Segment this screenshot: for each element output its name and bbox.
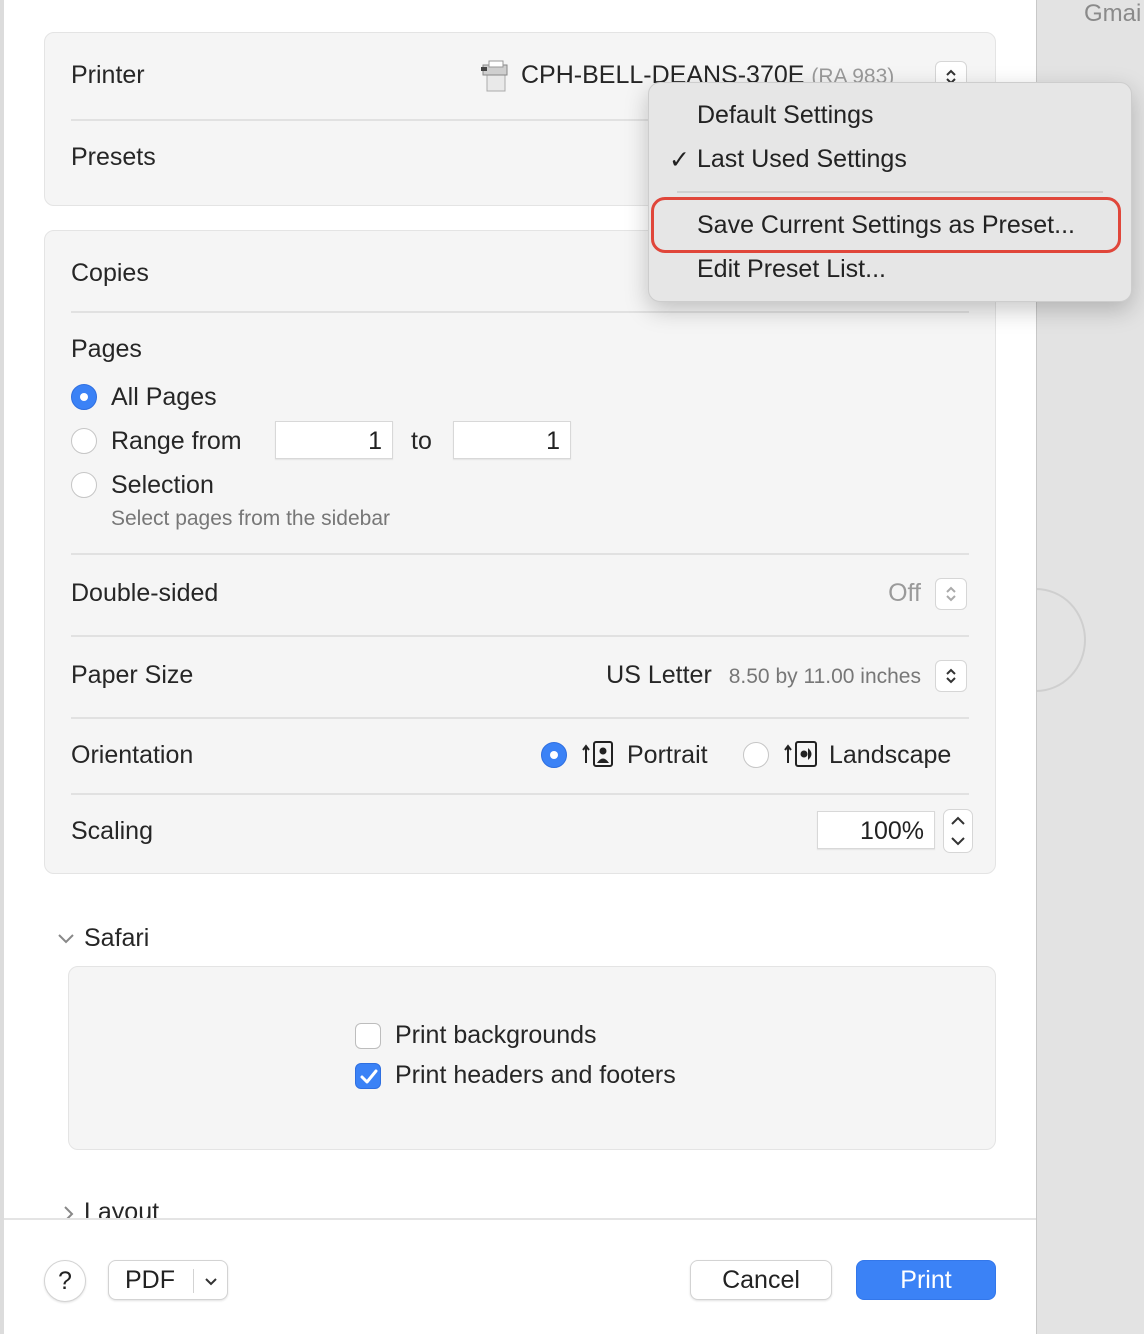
scaling-label: Scaling xyxy=(71,817,153,845)
pdf-label: PDF xyxy=(125,1265,175,1294)
print-backgrounds-label: Print backgrounds xyxy=(395,1021,597,1049)
landscape-label: Landscape xyxy=(829,741,952,769)
divider xyxy=(193,1269,194,1293)
paper-size-detail: 8.50 by 11.00 inches xyxy=(728,665,921,688)
settings-group: Copies Pages All Pages Range from 1 to 1… xyxy=(44,230,996,874)
divider xyxy=(71,553,969,555)
divider xyxy=(71,311,969,313)
background-app-label: Gmai xyxy=(1084,0,1142,27)
printer-icon xyxy=(479,59,511,93)
paper-size-value: US Letter xyxy=(606,661,712,689)
range-from-label: Range from xyxy=(111,427,242,455)
range-to-label: to xyxy=(411,427,432,455)
selection-label: Selection xyxy=(111,471,214,499)
portrait-radio[interactable] xyxy=(541,742,567,768)
scaling-input[interactable]: 100% xyxy=(817,811,935,849)
range-end-input[interactable]: 1 xyxy=(453,421,571,459)
printer-label: Printer xyxy=(71,61,145,89)
landscape-radio[interactable] xyxy=(743,742,769,768)
landscape-icon xyxy=(783,739,821,769)
portrait-label: Portrait xyxy=(627,741,708,769)
presets-menu: Default Settings ✓ Last Used Settings Sa… xyxy=(648,82,1132,302)
pdf-menu-button[interactable]: PDF xyxy=(108,1260,228,1300)
all-pages-radio[interactable] xyxy=(71,384,97,410)
divider xyxy=(71,793,969,795)
dialog-footer: ? PDF Cancel Print xyxy=(4,1218,1036,1334)
range-radio[interactable] xyxy=(71,428,97,454)
cancel-button[interactable]: Cancel xyxy=(690,1260,832,1300)
paper-size-label: Paper Size xyxy=(71,661,194,689)
print-backgrounds-checkbox[interactable] xyxy=(355,1023,381,1049)
menu-item-default-settings[interactable]: Default Settings xyxy=(697,101,874,130)
orientation-label: Orientation xyxy=(71,741,194,769)
checkmark-icon xyxy=(360,1069,378,1084)
safari-chevron-down-icon[interactable] xyxy=(56,928,76,948)
print-button[interactable]: Print xyxy=(856,1260,996,1300)
selection-hint: Select pages from the sidebar xyxy=(111,507,390,530)
paper-size-select[interactable]: US Letter 8.50 by 11.00 inches xyxy=(606,661,921,690)
portrait-icon xyxy=(581,739,617,769)
divider xyxy=(71,635,969,637)
double-sided-chevron-updown-icon[interactable] xyxy=(935,578,967,610)
range-start-input[interactable]: 1 xyxy=(275,421,393,459)
menu-item-last-used-settings[interactable]: Last Used Settings xyxy=(697,145,907,174)
checkmark-icon: ✓ xyxy=(669,146,690,174)
pages-label: Pages xyxy=(71,335,142,363)
presets-label: Presets xyxy=(71,143,156,171)
help-button[interactable]: ? xyxy=(44,1260,86,1302)
print-headers-checkbox[interactable] xyxy=(355,1063,381,1089)
menu-item-save-preset[interactable]: Save Current Settings as Preset... xyxy=(697,211,1075,240)
menu-item-edit-preset-list[interactable]: Edit Preset List... xyxy=(697,255,886,284)
print-headers-label: Print headers and footers xyxy=(395,1061,676,1089)
double-sided-label: Double-sided xyxy=(71,579,219,607)
chevron-down-icon xyxy=(205,1278,217,1286)
double-sided-value[interactable]: Off xyxy=(888,579,921,608)
copies-label: Copies xyxy=(71,259,149,287)
safari-options-group: Print backgrounds Print headers and foot… xyxy=(68,966,996,1150)
divider xyxy=(71,717,969,719)
menu-divider xyxy=(677,191,1103,193)
selection-radio[interactable] xyxy=(71,472,97,498)
paper-size-chevron-updown-icon[interactable] xyxy=(935,660,967,692)
safari-section-label[interactable]: Safari xyxy=(84,924,149,953)
help-label: ? xyxy=(58,1266,72,1295)
scaling-stepper[interactable] xyxy=(943,809,973,853)
all-pages-label: All Pages xyxy=(111,383,217,411)
